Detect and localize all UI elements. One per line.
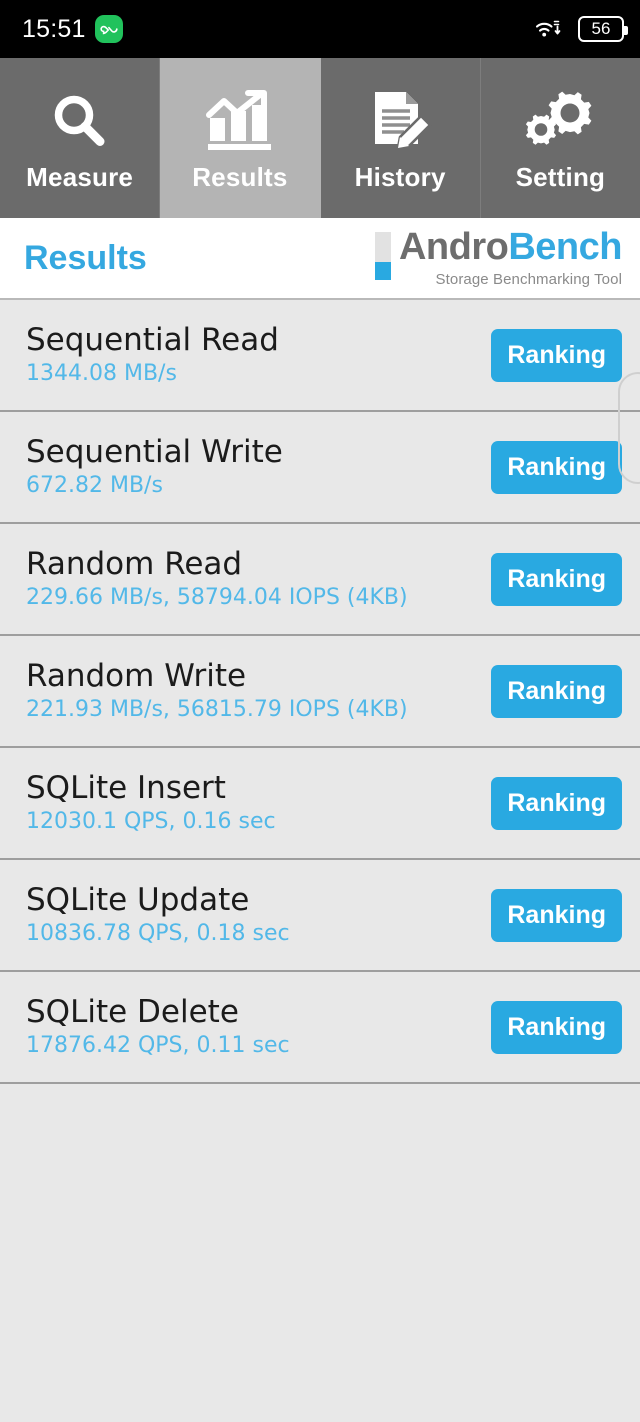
row-value: 17876.42 QPS, 0.11 sec (26, 1032, 290, 1058)
row-texts: Random Write 221.93 MB/s, 56815.79 IOPS … (26, 658, 408, 722)
status-clock: 15:51 (22, 14, 86, 43)
status-bar-right: 56 (532, 13, 628, 45)
row-texts: Sequential Read 1344.08 MB/s (26, 322, 279, 386)
ranking-button[interactable]: Ranking (491, 328, 622, 382)
table-row[interactable]: SQLite Update 10836.78 QPS, 0.18 sec Ran… (0, 860, 640, 972)
row-title: SQLite Delete (26, 994, 239, 1031)
storage-gauge-icon (374, 232, 391, 280)
battery-icon: 56 (578, 16, 628, 42)
gears-icon (523, 84, 597, 160)
table-row[interactable]: SQLite Insert 12030.1 QPS, 0.16 sec Rank… (0, 748, 640, 860)
table-row[interactable]: Random Read 229.66 MB/s, 58794.04 IOPS (… (0, 524, 640, 636)
androbench-logo: AndroBench Storage Benchmarking Tool (374, 226, 623, 288)
table-row[interactable]: Sequential Write 672.82 MB/s Ranking (0, 412, 640, 524)
brand-name: AndroBench (398, 226, 623, 268)
bar-chart-arrow-icon (204, 84, 276, 160)
app-window: 15:51 56 Measure Results History Setting… (0, 0, 640, 1422)
row-value: 229.66 MB/s, 58794.04 IOPS (4KB) (26, 584, 408, 610)
ranking-button[interactable]: Ranking (491, 888, 622, 942)
brand-name-suffix: Bench (508, 226, 622, 268)
tab-measure[interactable]: Measure (0, 58, 161, 218)
row-texts: SQLite Insert 12030.1 QPS, 0.16 sec (26, 770, 276, 834)
row-texts: SQLite Delete 17876.42 QPS, 0.11 sec (26, 994, 290, 1058)
row-texts: SQLite Update 10836.78 QPS, 0.18 sec (26, 882, 290, 946)
table-row[interactable]: Sequential Read 1344.08 MB/s Ranking (0, 300, 640, 412)
row-texts: Random Read 229.66 MB/s, 58794.04 IOPS (… (26, 546, 408, 610)
results-list: Sequential Read 1344.08 MB/s Ranking Seq… (0, 300, 640, 1422)
row-title: Random Write (26, 658, 247, 695)
ranking-button[interactable]: Ranking (491, 776, 622, 830)
tab-history[interactable]: History (320, 58, 481, 218)
table-row[interactable]: Random Write 221.93 MB/s, 56815.79 IOPS … (0, 636, 640, 748)
row-value: 12030.1 QPS, 0.16 sec (26, 808, 276, 834)
document-pencil-icon (365, 84, 435, 160)
page-header: Results AndroBench Storage Benchmarking … (0, 218, 640, 300)
brand-tagline: Storage Benchmarking Tool (435, 271, 622, 288)
tab-results-label: Results (192, 161, 288, 192)
tab-history-label: History (354, 161, 446, 192)
brand-name-prefix: Andro (398, 226, 509, 268)
row-title: SQLite Update (26, 882, 250, 919)
row-value: 672.82 MB/s (26, 472, 163, 498)
edge-scroll-handle[interactable] (618, 372, 640, 484)
brand-text: AndroBench Storage Benchmarking Tool (398, 226, 623, 288)
row-title: SQLite Insert (26, 770, 226, 807)
table-row[interactable]: SQLite Delete 17876.42 QPS, 0.11 sec Ran… (0, 972, 640, 1084)
row-value: 221.93 MB/s, 56815.79 IOPS (4KB) (26, 696, 408, 722)
battery-level-label: 56 (591, 19, 611, 38)
tab-setting[interactable]: Setting (480, 58, 640, 218)
main-tab-bar: Measure Results History Setting (0, 58, 640, 218)
list-empty-space (0, 1084, 640, 1422)
status-bar: 15:51 56 (0, 0, 640, 58)
magnifier-icon (47, 84, 113, 160)
status-bar-left: 15:51 (22, 15, 123, 44)
wifi-icon (532, 13, 566, 45)
row-texts: Sequential Write 672.82 MB/s (26, 434, 283, 498)
ranking-button[interactable]: Ranking (491, 664, 622, 718)
tab-measure-label: Measure (26, 161, 134, 192)
tab-results[interactable]: Results (160, 58, 321, 218)
row-value: 1344.08 MB/s (26, 360, 177, 386)
row-value: 10836.78 QPS, 0.18 sec (26, 920, 290, 946)
ranking-button[interactable]: Ranking (491, 552, 622, 606)
row-title: Sequential Write (26, 434, 283, 471)
app-badge-icon (94, 15, 123, 43)
page-title: Results (24, 238, 147, 277)
tab-setting-label: Setting (515, 161, 606, 192)
ranking-button[interactable]: Ranking (491, 440, 622, 494)
row-title: Sequential Read (26, 322, 279, 359)
row-title: Random Read (26, 546, 243, 583)
ranking-button[interactable]: Ranking (491, 1000, 622, 1054)
